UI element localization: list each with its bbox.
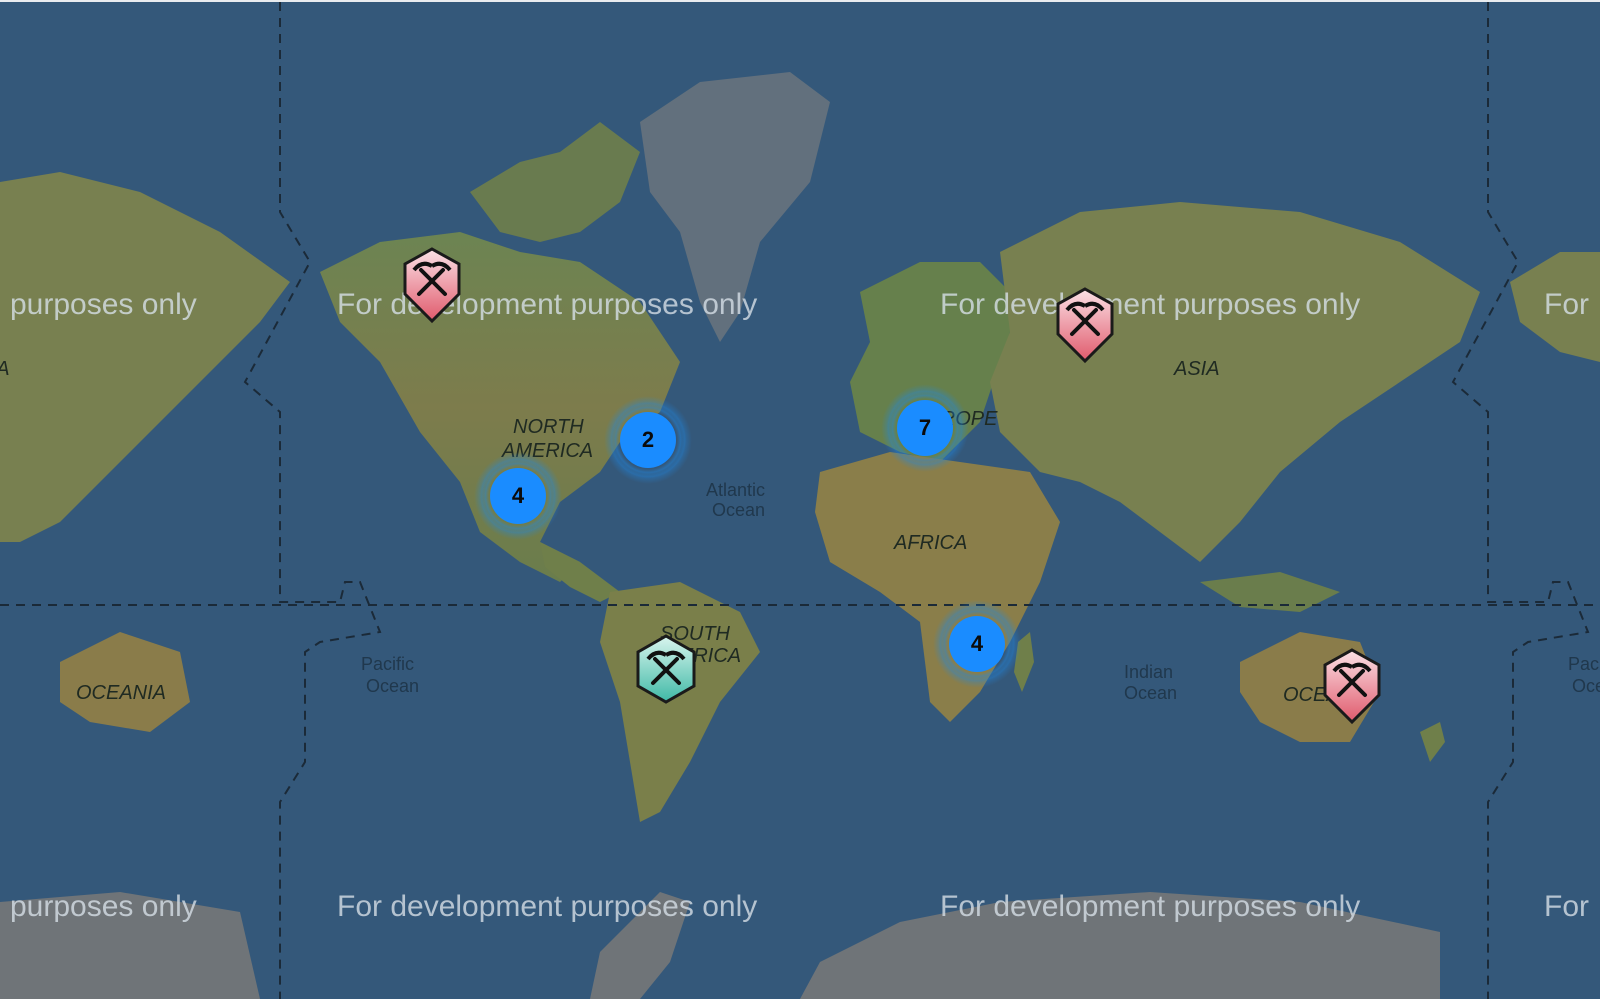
cluster-count[interactable]: 2 [620, 412, 676, 468]
indian-label-line2: Ocean [1124, 683, 1178, 703]
mine-marker-pin[interactable] [400, 246, 464, 324]
dev-watermark: purposes only [10, 288, 197, 321]
world-map[interactable]: NORTH AMERICA SOUTH AMERICA EUROPE AFRIC… [0, 2, 1600, 999]
pickaxes-icon [1056, 287, 1114, 364]
dev-watermark: purposes only [10, 890, 197, 923]
pacific-label-right-line1: Pacific [1568, 654, 1600, 674]
cluster-count[interactable]: 4 [490, 468, 546, 524]
cluster-marker[interactable]: 2 [593, 385, 703, 495]
dev-watermark: For [1544, 288, 1589, 321]
dev-watermark: For development purposes only [940, 890, 1361, 923]
asia-label: ASIA [1174, 358, 1220, 380]
mine-marker-pin[interactable] [1320, 647, 1384, 725]
cluster-marker[interactable]: 7 [870, 373, 980, 483]
pacific-label-line2: Ocean [366, 676, 420, 696]
north-america-label-line1: NORTH [513, 416, 584, 438]
pacific-label-right-line2: Ocean [1572, 676, 1600, 696]
asia-label-left-edge: ASIA [0, 358, 10, 380]
cluster-count[interactable]: 4 [949, 616, 1005, 672]
dev-watermark: For [1544, 890, 1589, 923]
cluster-count[interactable]: 7 [897, 400, 953, 456]
pickaxes-icon [1323, 648, 1381, 725]
atlantic-label-line2: Ocean [712, 500, 766, 520]
pacific-label-line1: Pacific [361, 654, 415, 674]
mine-marker-hexagon[interactable] [634, 633, 698, 705]
atlantic-label-line1: Atlantic [706, 480, 766, 500]
africa-label: AFRICA [894, 532, 968, 554]
cluster-marker[interactable]: 4 [463, 441, 573, 551]
pickaxes-icon [636, 634, 696, 704]
dev-watermark: For development purposes only [940, 288, 1361, 321]
mine-marker-pin[interactable] [1053, 286, 1117, 364]
indian-label-line1: Indian [1124, 662, 1174, 682]
pickaxes-icon [403, 247, 461, 324]
dev-watermark: For development purposes only [337, 890, 758, 923]
map-basemap [0, 2, 1600, 999]
cluster-marker[interactable]: 4 [922, 589, 1032, 699]
oceania-label-left: OCEANIA [76, 682, 167, 704]
